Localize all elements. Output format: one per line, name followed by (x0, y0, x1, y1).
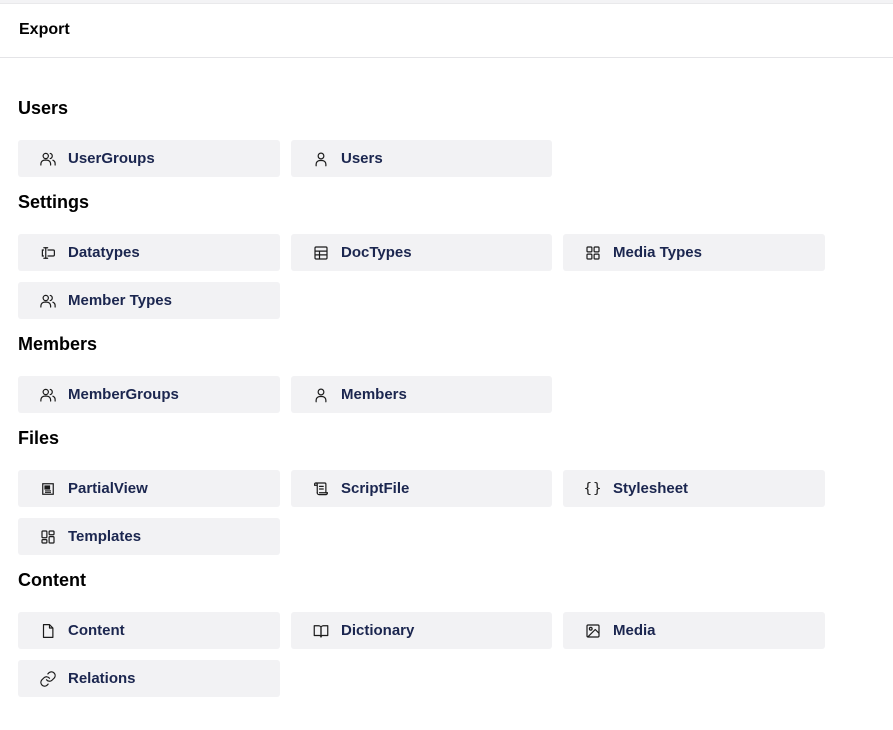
newspaper-icon (38, 479, 58, 499)
document-icon (38, 621, 58, 641)
export-membertypes-button[interactable]: Member Types (18, 282, 280, 319)
user-icon (311, 385, 331, 405)
export-dictionary-button[interactable]: Dictionary (291, 612, 552, 649)
scroll-icon (311, 479, 331, 499)
users-icon (38, 385, 58, 405)
button-label: Dictionary (341, 622, 415, 639)
export-stylesheet-button[interactable]: {} Stylesheet (563, 470, 825, 507)
section-users: Users UserGroups Users (18, 95, 878, 177)
section-title: Content (18, 570, 86, 590)
users-icon (38, 149, 58, 169)
button-label: Member Types (68, 292, 172, 309)
button-label: Stylesheet (613, 480, 689, 497)
section-files: Files PartialView ScriptFile {} Styleshe… (18, 425, 878, 555)
layout-icon (38, 527, 58, 547)
export-datatypes-button[interactable]: Datatypes (18, 234, 280, 271)
export-content: Users UserGroups Users Settings Datatype… (18, 95, 878, 709)
button-label: Members (341, 386, 407, 403)
users-icon (38, 291, 58, 311)
button-label: Relations (68, 670, 136, 687)
image-icon (583, 621, 603, 641)
button-label: Templates (68, 528, 142, 545)
book-icon (311, 621, 331, 641)
user-icon (311, 149, 331, 169)
grid-icon (583, 243, 603, 263)
button-label: Users (341, 150, 383, 167)
section-settings: Settings Datatypes DocTypes Media Types … (18, 189, 878, 319)
link-icon (38, 669, 58, 689)
export-partialview-button[interactable]: PartialView (18, 470, 280, 507)
section-content: Content Content Dictionary Media Relatio… (18, 567, 878, 697)
datatype-icon (38, 243, 58, 263)
export-mediatypes-button[interactable]: Media Types (563, 234, 825, 271)
button-label: Media Types (613, 244, 702, 261)
export-media-button[interactable]: Media (563, 612, 825, 649)
button-label: ScriptFile (341, 480, 410, 497)
export-content-button[interactable]: Content (18, 612, 280, 649)
export-usergroups-button[interactable]: UserGroups (18, 140, 280, 177)
section-title: Settings (18, 192, 90, 212)
table-icon (311, 243, 331, 263)
section-title: Members (18, 334, 98, 354)
button-label: PartialView (68, 480, 148, 497)
page-header: Export (0, 4, 893, 58)
braces-icon: {} (583, 480, 603, 497)
export-membergroups-button[interactable]: MemberGroups (18, 376, 280, 413)
export-doctypes-button[interactable]: DocTypes (291, 234, 552, 271)
button-label: MemberGroups (68, 386, 179, 403)
button-label: Content (68, 622, 125, 639)
export-members-button[interactable]: Members (291, 376, 552, 413)
export-scriptfile-button[interactable]: ScriptFile (291, 470, 552, 507)
section-title: Users (18, 98, 69, 118)
export-templates-button[interactable]: Templates (18, 518, 280, 555)
page-title: Export (19, 21, 70, 38)
section-members: Members MemberGroups Members (18, 331, 878, 413)
button-label: Media (613, 622, 656, 639)
section-title: Files (18, 428, 60, 448)
button-label: UserGroups (68, 150, 155, 167)
button-label: Datatypes (68, 244, 140, 261)
button-label: DocTypes (341, 244, 412, 261)
export-users-button[interactable]: Users (291, 140, 552, 177)
export-relations-button[interactable]: Relations (18, 660, 280, 697)
